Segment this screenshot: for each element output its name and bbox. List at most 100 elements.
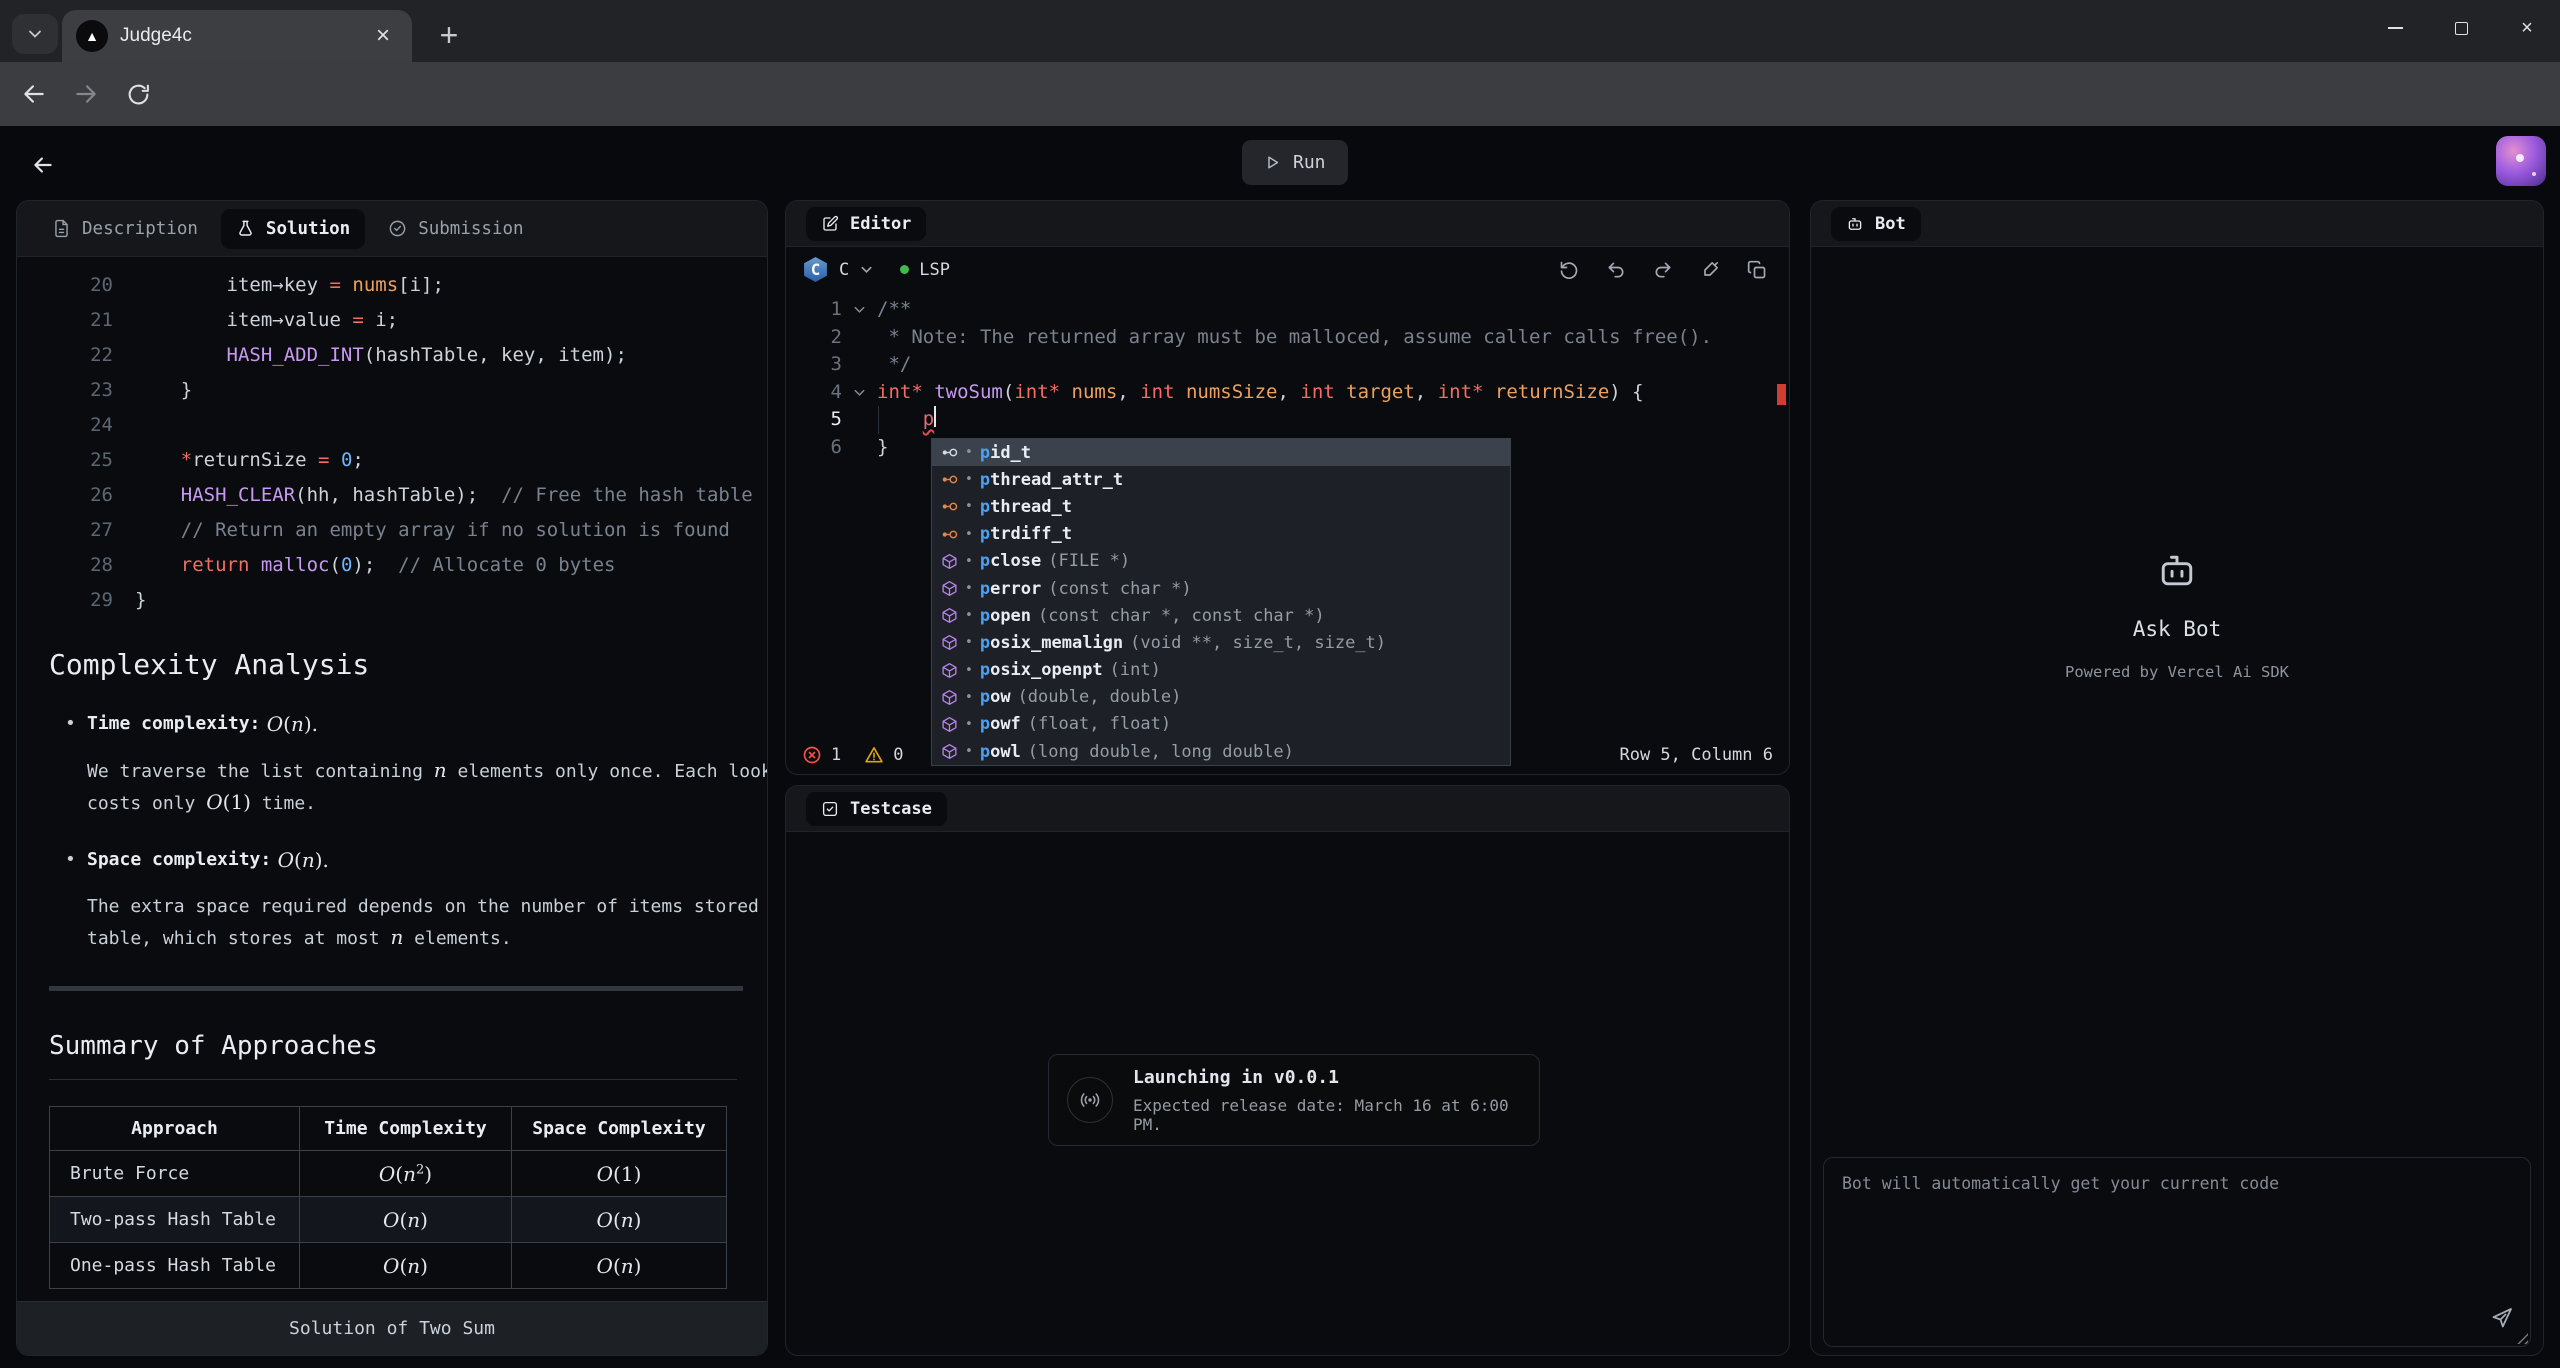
tab-submission[interactable]: Submission xyxy=(373,209,538,249)
symbol-typedef-icon xyxy=(941,526,958,543)
tab-close-icon[interactable]: × xyxy=(368,21,398,51)
table-cell: O(n2) xyxy=(300,1151,512,1197)
send-button[interactable] xyxy=(2490,1306,2514,1330)
circle-check-icon xyxy=(388,219,407,238)
divider xyxy=(49,986,743,991)
autocomplete-item[interactable]: •ptrdiff_t xyxy=(932,521,1510,548)
format-brush-icon[interactable] xyxy=(1700,260,1720,280)
window-controls: × xyxy=(2362,0,2560,56)
code-line: 23 } xyxy=(49,373,767,408)
launch-toast: Launching in v0.0.1 Expected release dat… xyxy=(1048,1054,1540,1146)
window-close-icon: × xyxy=(2521,17,2533,40)
warning-icon xyxy=(864,745,884,765)
reload-icon xyxy=(126,82,151,107)
autocomplete-item[interactable]: •pclose(FILE *) xyxy=(932,548,1510,575)
run-button[interactable]: Run xyxy=(1242,140,1348,185)
editor-line[interactable]: 5 p xyxy=(786,406,1789,434)
code-line: 20 item→key = nums[i]; xyxy=(49,268,767,303)
editor-toolbar: C C LSP xyxy=(786,247,1789,292)
lsp-label: LSP xyxy=(919,260,950,280)
toast-subtitle: Expected release date: March 16 at 6:00 … xyxy=(1133,1096,1521,1134)
tab-editor[interactable]: Editor xyxy=(806,207,926,241)
table-cell: O(1) xyxy=(512,1151,727,1197)
editor-line[interactable]: 4int* twoSum(int* nums, int numsSize, in… xyxy=(786,379,1789,407)
app-back-button[interactable] xyxy=(22,144,64,186)
tab-label: Bot xyxy=(1875,214,1906,234)
symbol-module-icon xyxy=(941,743,958,760)
user-avatar[interactable] xyxy=(2496,136,2546,186)
bot-powered-by: Powered by Vercel Ai SDK xyxy=(2065,663,2289,681)
symbol-module-icon xyxy=(941,662,958,679)
table-header: Approach xyxy=(50,1107,300,1151)
solution-code-block: 20 item→key = nums[i];21 item→value = i;… xyxy=(49,268,767,618)
code-line: 26 HASH_CLEAR(hh, hashTable); // Free th… xyxy=(49,478,767,513)
resize-handle[interactable] xyxy=(2513,1329,2528,1344)
chevron-down-icon xyxy=(27,26,43,42)
problem-panel: Description Solution Submission 20 item→… xyxy=(16,200,768,1356)
summary-heading: Summary of Approaches xyxy=(49,1031,737,1080)
broadcast-icon xyxy=(1067,1077,1113,1123)
bot-icon xyxy=(1846,215,1864,233)
code-editor[interactable]: 1/**2 * Note: The returned array must be… xyxy=(786,292,1789,461)
complexity-paragraph: We traverse the list containing n elemen… xyxy=(87,755,767,819)
autocomplete-item[interactable]: •pid_t xyxy=(932,439,1510,466)
autocomplete-item[interactable]: •pthread_t xyxy=(932,493,1510,520)
tab-label: Editor xyxy=(850,214,911,234)
window-minimize-button[interactable] xyxy=(2362,0,2428,56)
tab-solution[interactable]: Solution xyxy=(221,209,365,249)
browser-back-button[interactable] xyxy=(8,68,60,120)
browser-reload-button[interactable] xyxy=(112,68,164,120)
judge4c-app: Run Description Solution Submission 20 i… xyxy=(0,126,2560,1368)
autocomplete-item[interactable]: •popen(const char *, const char *) xyxy=(932,602,1510,629)
autocomplete-item[interactable]: •perror(const char *) xyxy=(932,575,1510,602)
autocomplete-item[interactable]: •posix_memalign(void **, size_t, size_t) xyxy=(932,629,1510,656)
window-close-button[interactable]: × xyxy=(2494,0,2560,56)
autocomplete-item[interactable]: •powl(long double, long double) xyxy=(932,738,1510,765)
symbol-module-icon xyxy=(941,634,958,651)
bot-message-input[interactable]: Bot will automatically get your current … xyxy=(1823,1157,2531,1347)
tab-description[interactable]: Description xyxy=(37,209,213,249)
table-cell: O(n) xyxy=(512,1197,727,1243)
bot-panel-header: Bot xyxy=(1811,201,2543,247)
autocomplete-item[interactable]: •pow(double, double) xyxy=(932,684,1510,711)
code-line: 28 return malloc(0); // Allocate 0 bytes xyxy=(49,548,767,583)
tab-title: Judge4c xyxy=(120,25,356,47)
back-arrow-icon xyxy=(30,152,56,178)
autocomplete-item[interactable]: •pthread_attr_t xyxy=(932,466,1510,493)
complexity-bullet: •Time complexity: O(n). xyxy=(65,709,767,739)
tab-testcase[interactable]: Testcase xyxy=(806,792,947,826)
editor-line[interactable]: 2 * Note: The returned array must be mal… xyxy=(786,324,1789,352)
editor-actions xyxy=(1559,260,1773,280)
symbol-typedef-icon xyxy=(941,471,958,488)
browser-tab[interactable]: ▲ Judge4c × xyxy=(62,10,412,62)
editor-line[interactable]: 1/** xyxy=(786,296,1789,324)
testcase-panel: Testcase Launching in v0.0.1 Expected re… xyxy=(785,785,1790,1356)
forward-arrow-icon xyxy=(73,81,99,107)
tab-bot[interactable]: Bot xyxy=(1831,207,1921,241)
tab-label: Testcase xyxy=(850,799,932,819)
window-maximize-button[interactable] xyxy=(2428,0,2494,56)
language-label[interactable]: C xyxy=(839,260,849,280)
warning-count: 0 xyxy=(893,745,903,765)
reset-icon[interactable] xyxy=(1559,260,1579,280)
new-tab-button[interactable]: + xyxy=(428,14,470,56)
chevron-down-icon[interactable] xyxy=(859,262,874,277)
error-count: 1 xyxy=(831,745,841,765)
autocomplete-item[interactable]: •posix_openpt(int) xyxy=(932,657,1510,684)
editor-line[interactable]: 3 */ xyxy=(786,351,1789,379)
symbol-module-icon xyxy=(941,553,958,570)
copy-icon[interactable] xyxy=(1747,260,1767,280)
square-pen-icon xyxy=(821,215,839,233)
autocomplete-item[interactable]: •powf(float, float) xyxy=(932,711,1510,738)
undo-icon[interactable] xyxy=(1606,260,1626,280)
table-row: One-pass Hash TableO(n)O(n) xyxy=(50,1243,727,1289)
browser-forward-button[interactable] xyxy=(60,68,112,120)
tab-label: Description xyxy=(82,219,198,239)
table-header: Time Complexity xyxy=(300,1107,512,1151)
site-favicon: ▲ xyxy=(76,20,108,52)
back-arrow-icon xyxy=(21,81,47,107)
redo-icon[interactable] xyxy=(1653,260,1673,280)
solution-article: 20 item→key = nums[i];21 item→value = i;… xyxy=(17,258,767,1301)
lsp-status-dot xyxy=(900,265,909,274)
tab-search-button[interactable] xyxy=(12,14,58,54)
